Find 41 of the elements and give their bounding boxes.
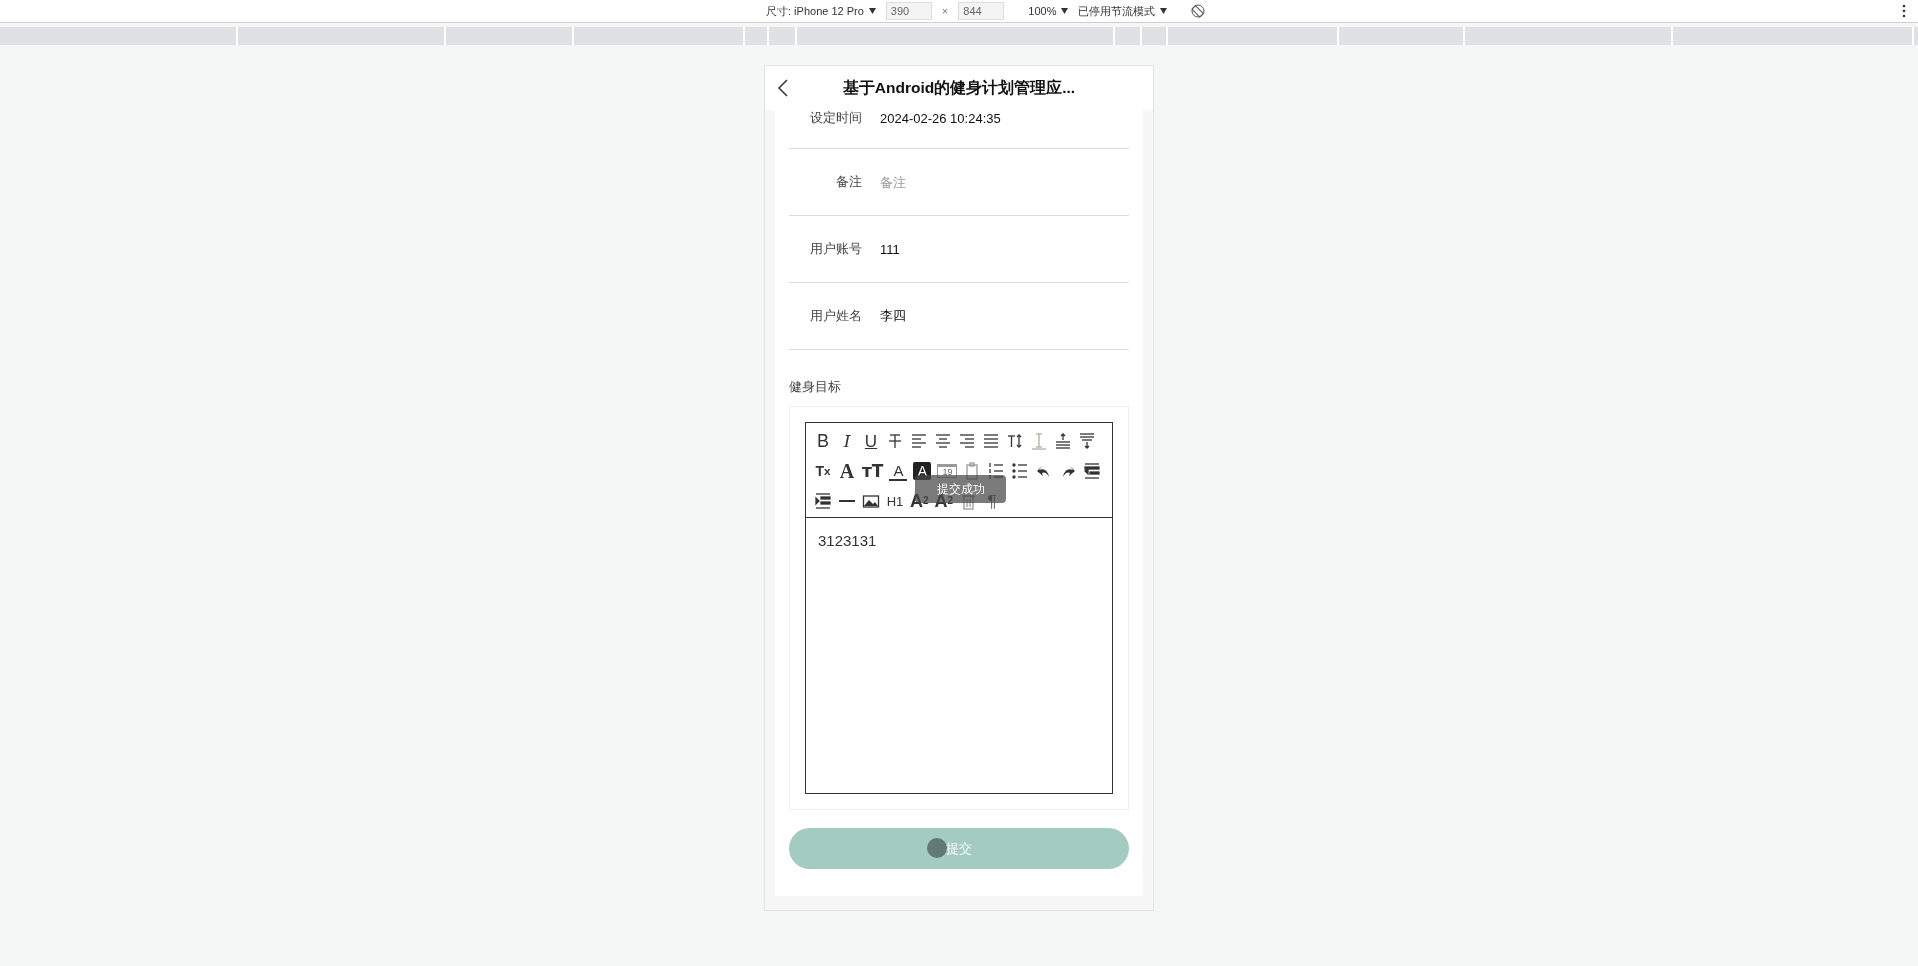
font-size-icon[interactable]: ᴛT bbox=[862, 463, 884, 479]
align-justify-icon[interactable] bbox=[982, 432, 1000, 450]
editor-content: 3123131 bbox=[817, 531, 878, 551]
caret-icon[interactable] bbox=[1160, 8, 1168, 14]
font-icon[interactable]: A bbox=[838, 463, 856, 479]
input-field[interactable]: 备注 bbox=[880, 174, 1129, 190]
back-icon[interactable] bbox=[777, 79, 791, 97]
page-title: 基于Android的健身计划管理应... bbox=[841, 77, 1077, 98]
input-field[interactable]: 111 bbox=[880, 241, 1129, 257]
strikethrough-icon[interactable] bbox=[886, 432, 904, 450]
more-menu-icon[interactable] bbox=[1902, 4, 1906, 18]
paragraph-spacing-icon[interactable] bbox=[1078, 432, 1096, 450]
zoom-selector[interactable]: 100% bbox=[1028, 5, 1069, 17]
height-field[interactable]: 844 bbox=[958, 2, 1005, 20]
section-label: 健身目标 bbox=[789, 378, 842, 396]
image-icon[interactable] bbox=[862, 492, 880, 510]
device-selector[interactable]: 尺寸: iPhone 12 Pro bbox=[766, 3, 876, 19]
bold-icon[interactable]: B bbox=[814, 433, 832, 449]
align-left-icon[interactable] bbox=[910, 432, 928, 450]
caret-icon[interactable] bbox=[868, 8, 876, 14]
caret-icon[interactable] bbox=[1061, 8, 1069, 14]
field-label: 用户账号 bbox=[809, 240, 862, 258]
outdent-icon[interactable] bbox=[1083, 462, 1102, 480]
touch-indicator bbox=[927, 838, 947, 858]
input-field[interactable]: 李四 bbox=[880, 308, 1129, 324]
input-field[interactable]: 2024-02-26 10:24:35 bbox=[880, 110, 1129, 126]
bullet-list-icon[interactable] bbox=[1011, 462, 1030, 480]
align-right-icon[interactable] bbox=[958, 432, 976, 450]
paragraph-spacing-icon[interactable] bbox=[1054, 432, 1072, 450]
italic-icon[interactable]: I bbox=[838, 433, 856, 449]
underline-icon[interactable]: U bbox=[862, 433, 880, 449]
align-center-icon[interactable] bbox=[934, 432, 952, 450]
times-sign: × bbox=[941, 5, 949, 17]
width-field[interactable]: 390 bbox=[885, 2, 932, 20]
field-label: 用户姓名 bbox=[809, 307, 862, 325]
throttling-selector[interactable]: 已停用节流模式 bbox=[1078, 3, 1168, 19]
field-label: 备注 bbox=[835, 173, 862, 191]
line-height-icon[interactable] bbox=[1006, 432, 1024, 450]
indent-icon[interactable] bbox=[814, 492, 832, 510]
field-label: 设定时间 bbox=[809, 110, 862, 127]
heading-icon[interactable]: H1 bbox=[886, 493, 904, 509]
